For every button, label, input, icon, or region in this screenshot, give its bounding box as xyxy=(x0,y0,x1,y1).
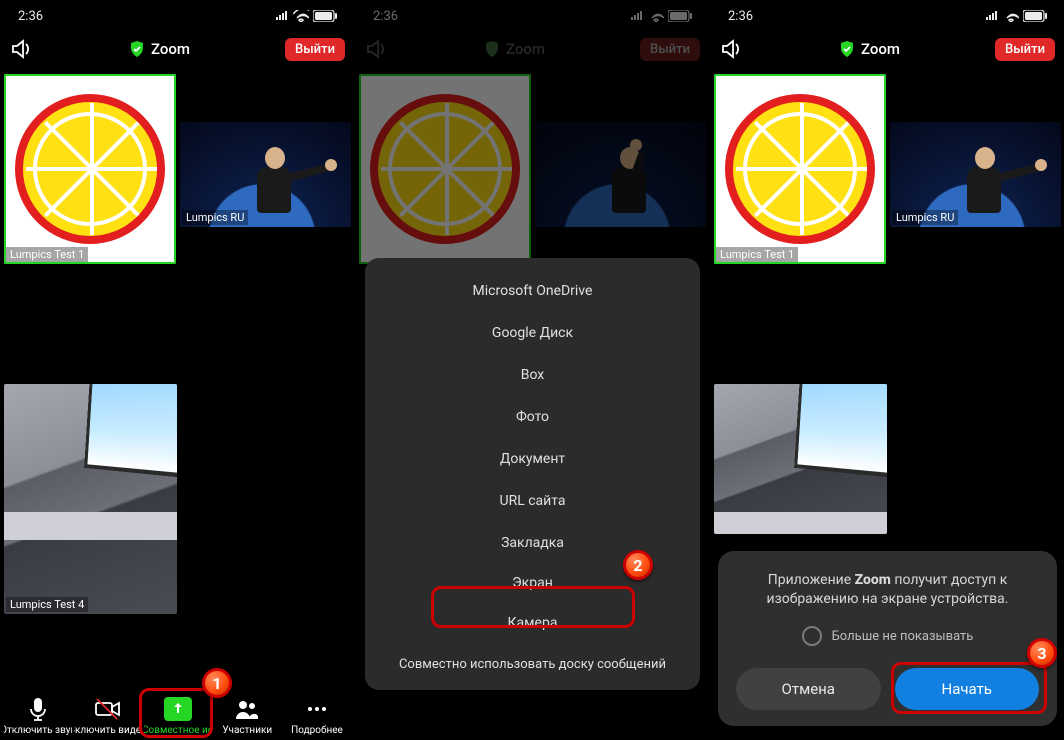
toolbar-label: Совместное ис xyxy=(144,725,212,736)
tile-name: Lumpics Test 1 xyxy=(716,247,798,262)
step-marker-3: 3 xyxy=(1027,638,1057,668)
app-label: Zoom xyxy=(861,40,900,58)
share-sheet: Microsoft OneDrive Google Диск Box Фото … xyxy=(365,258,700,690)
toolbar-mute[interactable]: Отключить звук xyxy=(4,697,72,736)
status-bar: 2:36 xyxy=(0,0,355,28)
phone-screenshot-3: 2:36 Zoom Выйти Lumpics Test xyxy=(710,0,1064,740)
toolbar-more[interactable]: Подробнее xyxy=(283,697,351,736)
dont-show-label: Больше не показывать xyxy=(832,629,974,644)
share-option-document[interactable]: Документ xyxy=(365,438,700,480)
toolbar-label: Отключить звук xyxy=(4,725,72,736)
status-time: 2:36 xyxy=(728,9,753,24)
avatar-lemon-icon xyxy=(725,94,875,244)
speaker-button[interactable] xyxy=(720,38,744,60)
status-time: 2:36 xyxy=(18,9,43,24)
tile-name: Lumpics Test 1 xyxy=(6,247,88,262)
tile-name: Lumpics RU xyxy=(182,210,248,225)
meeting-top-bar: Zoom Выйти xyxy=(710,28,1064,74)
video-grid: Lumpics Test 1 Lumpics RU xyxy=(710,74,1064,534)
toolbar-label: Подробнее xyxy=(291,725,343,736)
speaker-button[interactable] xyxy=(10,38,34,60)
cancel-button[interactable]: Отмена xyxy=(736,668,881,710)
share-option-camera[interactable]: Камера xyxy=(365,602,700,644)
tile-name: Lumpics Test 4 xyxy=(6,597,88,612)
status-icons xyxy=(985,10,1047,22)
share-option-onedrive[interactable]: Microsoft OneDrive xyxy=(365,270,700,312)
video-tile-self[interactable]: Lumpics Test 1 xyxy=(714,74,886,264)
video-tile-participant-2[interactable] xyxy=(714,384,887,534)
status-icons xyxy=(275,10,337,22)
status-bar: 2:36 xyxy=(710,0,1064,28)
share-option-gdrive[interactable]: Google Диск xyxy=(365,312,700,354)
permission-dialog: Приложение Zoom получит доступ к изображ… xyxy=(718,551,1057,726)
share-icon xyxy=(164,697,192,721)
leave-button[interactable]: Выйти xyxy=(995,38,1055,61)
step-marker-1: 1 xyxy=(202,668,232,698)
toolbar-label: Включить видео xyxy=(74,725,142,736)
toolbar-label: Участники xyxy=(222,725,272,736)
tile-name: Lumpics RU xyxy=(892,210,958,225)
app-label: Zoom xyxy=(151,40,190,58)
checkbox-icon xyxy=(802,626,822,646)
toolbar-participants[interactable]: Участники xyxy=(213,697,281,736)
video-grid: Lumpics Test 1 Lumpics RU Lumpics Test 4 xyxy=(0,74,355,614)
meeting-title[interactable]: Zoom xyxy=(129,40,190,58)
video-tile-participant-1[interactable]: Lumpics RU xyxy=(890,122,1061,227)
avatar-lemon-icon xyxy=(15,94,165,244)
share-option-photo[interactable]: Фото xyxy=(365,396,700,438)
share-option-url[interactable]: URL сайта xyxy=(365,480,700,522)
video-tile-participant-2[interactable]: Lumpics Test 4 xyxy=(4,384,177,614)
video-tile-participant-1[interactable]: Lumpics RU xyxy=(180,122,351,227)
share-option-box[interactable]: Box xyxy=(365,354,700,396)
permission-message: Приложение Zoom получит доступ к изображ… xyxy=(736,571,1039,610)
dont-show-again[interactable]: Больше не показывать xyxy=(736,626,1039,646)
toolbar-video[interactable]: Включить видео xyxy=(74,697,142,736)
video-tile-self[interactable]: Lumpics Test 1 xyxy=(4,74,176,264)
meeting-title[interactable]: Zoom xyxy=(839,40,900,58)
phone-screenshot-2: 2:36 Zoom Выйти xyxy=(355,0,710,740)
share-option-whiteboard[interactable]: Совместно использовать доску сообщений xyxy=(365,644,700,676)
leave-button[interactable]: Выйти xyxy=(285,38,345,61)
meeting-toolbar: Отключить звук Включить видео Совместное… xyxy=(0,693,355,736)
start-button[interactable]: Начать xyxy=(895,668,1040,710)
meeting-top-bar: Zoom Выйти xyxy=(0,28,355,74)
step-marker-2: 2 xyxy=(623,550,653,580)
phone-screenshot-1: 2:36 Zoom Выйти Lumpics Test xyxy=(0,0,355,740)
toolbar-share[interactable]: Совместное ис xyxy=(144,697,212,736)
